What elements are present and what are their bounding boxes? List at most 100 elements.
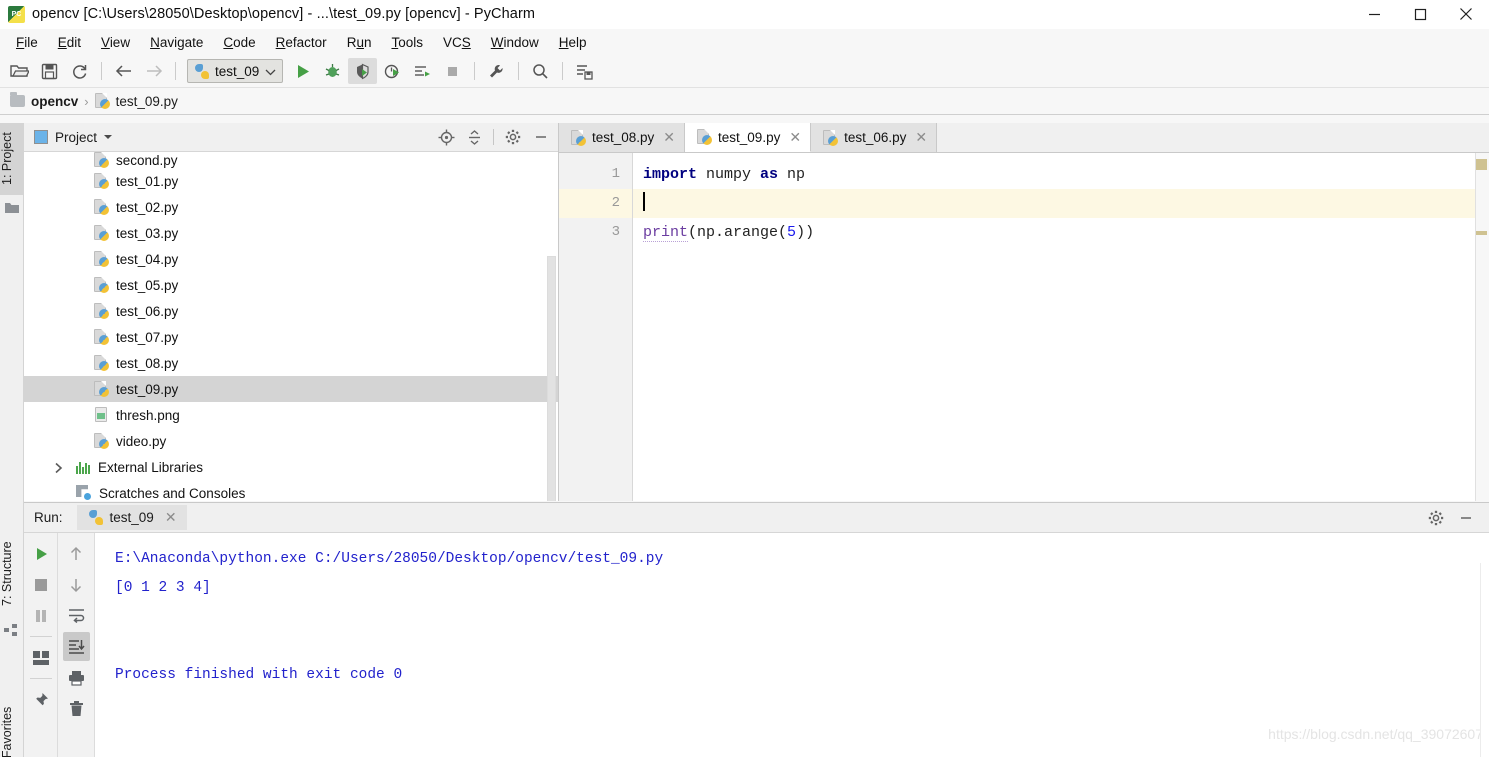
menu-navigate[interactable]: Navigate — [141, 32, 212, 53]
menu-edit[interactable]: Edit — [49, 32, 90, 53]
menu-code[interactable]: Code — [214, 32, 264, 53]
breadcrumb-file[interactable]: test_09.py — [116, 94, 178, 109]
pin-icon[interactable] — [27, 685, 54, 714]
python-icon — [195, 63, 209, 79]
menu-refactor[interactable]: Refactor — [267, 32, 336, 53]
tree-item-test02[interactable]: test_02.py — [24, 194, 558, 220]
image-file-icon — [94, 407, 109, 423]
locate-icon[interactable] — [433, 125, 459, 149]
menu-file[interactable]: File — [7, 32, 47, 53]
search-icon[interactable] — [526, 58, 555, 84]
trash-icon[interactable] — [63, 694, 90, 723]
project-panel-header: Project — [24, 123, 558, 152]
python-file-icon — [94, 225, 109, 241]
minimize-icon[interactable] — [1453, 506, 1479, 530]
close-icon[interactable]: ✕ — [663, 129, 675, 146]
menu-vcs[interactable]: VCS — [434, 32, 480, 53]
collapse-all-icon[interactable] — [461, 125, 487, 149]
tree-item-thresh-png[interactable]: thresh.png — [24, 402, 558, 428]
save-icon[interactable] — [35, 58, 64, 84]
print-icon[interactable] — [63, 663, 90, 692]
tree-item-test03[interactable]: test_03.py — [24, 220, 558, 246]
tab-test-08[interactable]: test_08.py ✕ — [559, 123, 686, 152]
sidebar-item-favorites[interactable]: 2: Favorites — [0, 693, 24, 757]
chevron-down-icon[interactable] — [104, 134, 113, 143]
code-text-area[interactable]: import numpy as np print(np.arange(5)) — [633, 153, 1489, 501]
project-tree: second.py test_01.py test_02.py test_03.… — [24, 152, 558, 501]
tab-test-06[interactable]: test_06.py ✕ — [811, 123, 938, 152]
back-arrow-icon[interactable] — [109, 58, 138, 84]
run-panel-body: E:\Anaconda\python.exe C:/Users/28050/De… — [24, 533, 1489, 757]
run-tab-label: test_09 — [109, 510, 154, 525]
error-stripe[interactable] — [1475, 153, 1489, 501]
code-line-1: import numpy as np — [633, 160, 1489, 189]
run-icon[interactable] — [288, 58, 317, 84]
tree-item-test06[interactable]: test_06.py — [24, 298, 558, 324]
tree-item-test07[interactable]: test_07.py — [24, 324, 558, 350]
layout-icon[interactable] — [27, 643, 54, 672]
run-tab-test-09[interactable]: test_09 ✕ — [76, 505, 187, 530]
tab-test-09[interactable]: test_09.py ✕ — [685, 123, 812, 152]
pause-icon[interactable] — [27, 601, 54, 630]
sidebar-item-project[interactable]: 1: Project — [0, 123, 24, 195]
token-alias-np: np — [778, 166, 806, 183]
run-configuration-selector[interactable]: test_09 — [187, 59, 284, 83]
stripe-marker-warning[interactable] — [1476, 231, 1487, 235]
token-number-5: 5 — [787, 224, 797, 241]
run-with-coverage-icon[interactable] — [348, 58, 378, 84]
gear-icon[interactable] — [1423, 506, 1449, 530]
project-scrollbar-thumb[interactable] — [547, 256, 556, 501]
project-scrollbar[interactable] — [547, 256, 556, 501]
close-icon[interactable]: ✕ — [915, 129, 927, 146]
menu-tools[interactable]: Tools — [382, 32, 432, 53]
refresh-icon[interactable] — [65, 58, 94, 84]
stop-icon[interactable] — [27, 570, 54, 599]
toolbar-separator-3 — [474, 62, 476, 80]
stripe-marker-top[interactable] — [1476, 159, 1487, 170]
python-file-icon — [94, 433, 109, 449]
soft-wrap-icon[interactable] — [63, 601, 90, 630]
console-scrollbar[interactable] — [1480, 563, 1489, 757]
tree-item-test08[interactable]: test_08.py — [24, 350, 558, 376]
run-to-cursor-icon[interactable] — [408, 58, 437, 84]
minimize-icon[interactable] — [528, 125, 554, 149]
chevron-right-icon[interactable] — [54, 462, 64, 474]
scroll-down-icon[interactable] — [63, 570, 90, 599]
breadcrumb-separator: › — [84, 93, 89, 109]
tree-item-second[interactable]: second.py — [24, 152, 558, 168]
gear-icon[interactable] — [500, 125, 526, 149]
tree-item-test05[interactable]: test_05.py — [24, 272, 558, 298]
python-file-icon — [823, 129, 839, 146]
open-folder-icon[interactable] — [5, 58, 34, 84]
menu-run[interactable]: Run — [338, 32, 381, 53]
tree-item-test01[interactable]: test_01.py — [24, 168, 558, 194]
scroll-up-icon[interactable] — [63, 539, 90, 568]
menu-window[interactable]: Window — [482, 32, 548, 53]
run-console-output[interactable]: E:\Anaconda\python.exe C:/Users/28050/De… — [94, 533, 1489, 757]
debug-icon[interactable] — [318, 58, 347, 84]
stop-icon[interactable] — [438, 58, 467, 84]
close-button[interactable] — [1443, 0, 1489, 29]
profile-icon[interactable] — [378, 58, 407, 84]
wrench-icon[interactable] — [482, 58, 511, 84]
maximize-button[interactable] — [1397, 0, 1443, 29]
editor-horizontal-scrollbar[interactable] — [633, 493, 1475, 501]
update-project-icon[interactable] — [570, 58, 599, 84]
tree-item-test04[interactable]: test_04.py — [24, 246, 558, 272]
forward-arrow-icon[interactable] — [139, 58, 168, 84]
menu-help[interactable]: Help — [550, 32, 596, 53]
tree-item-test09[interactable]: test_09.py — [24, 376, 558, 402]
tree-item-scratches-consoles[interactable]: Scratches and Consoles — [24, 480, 558, 501]
breadcrumb-project[interactable]: opencv — [31, 94, 78, 109]
tree-item-video[interactable]: video.py — [24, 428, 558, 454]
close-icon[interactable]: ✕ — [165, 509, 177, 526]
tree-item-external-libraries[interactable]: External Libraries — [24, 454, 558, 480]
minimize-button[interactable] — [1351, 0, 1397, 29]
menu-view[interactable]: View — [92, 32, 139, 53]
close-icon[interactable]: ✕ — [789, 129, 801, 146]
python-file-icon — [94, 303, 109, 319]
code-editor[interactable]: 1 2 3 import numpy as np print(np.arange… — [559, 153, 1489, 501]
rerun-icon[interactable] — [27, 539, 54, 568]
sidebar-item-structure[interactable]: 7: Structure — [0, 528, 24, 620]
scroll-to-end-icon[interactable] — [62, 632, 90, 661]
